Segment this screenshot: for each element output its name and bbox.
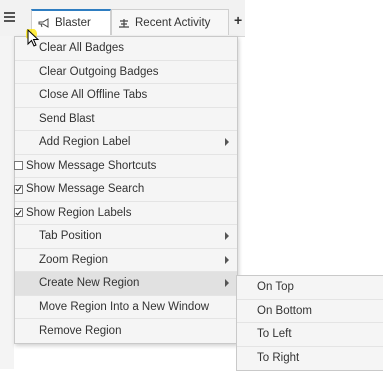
menu-item-label: Send Blast [39,112,95,125]
menu-item-zoom-region[interactable]: Zoom Region [15,249,237,272]
menu-item-clear-outgoing-badges[interactable]: Clear Outgoing Badges [15,61,237,84]
menu-item-add-region-label[interactable]: Add Region Label [15,131,237,155]
submenu-arrow-icon [225,255,229,264]
menu-item-label: Remove Region [39,324,122,337]
megaphone-icon [38,18,49,28]
submenu-arrow-icon [225,279,229,288]
menu-item-send-blast[interactable]: Send Blast [15,108,237,131]
mouse-cursor-icon [26,29,40,47]
tab-recent-activity[interactable]: Recent Activity [111,9,229,35]
checkbox-checked-icon[interactable] [14,184,23,194]
submenu-arrow-icon [225,232,229,241]
menu-item-label: Move Region Into a New Window [39,300,210,313]
scale-icon [119,18,129,28]
menu-item-show-message-search[interactable]: Show Message Search [14,178,237,202]
menu-item-tab-position[interactable]: Tab Position [15,225,237,249]
tab-label: Recent Activity [135,16,211,29]
context-menu: Clear All Badges Clear Outgoing Badges C… [14,36,238,344]
create-region-submenu: On Top On Bottom To Left To Right [236,275,383,371]
menu-item-label: Clear All Badges [39,42,125,55]
hamburger-menu-icon[interactable] [4,12,16,23]
menu-item-label: Show Message Search [26,183,145,196]
menu-item-label: Show Region Labels [26,206,132,219]
menu-item-label: Zoom Region [39,253,109,266]
submenu-item-to-left[interactable]: To Left [237,323,383,347]
submenu-arrow-icon [225,138,229,147]
add-tab-button[interactable]: + [234,13,242,27]
menu-item-clear-all-badges[interactable]: Clear All Badges [15,37,237,61]
menu-item-remove-region[interactable]: Remove Region [15,319,237,343]
checkbox-checked-icon[interactable] [14,208,23,218]
menu-item-label: Create New Region [39,277,140,290]
submenu-item-to-right[interactable]: To Right [237,347,383,371]
submenu-item-on-bottom[interactable]: On Bottom [237,300,383,323]
menu-item-label: Show Message Shortcuts [26,159,157,172]
menu-item-create-new-region[interactable]: Create New Region [15,272,237,296]
submenu-item-label: On Bottom [257,304,312,317]
submenu-item-label: On Top [257,281,294,294]
menu-item-label: Tab Position [39,230,102,243]
menu-item-show-region-labels[interactable]: Show Region Labels [14,202,237,225]
checkbox-unchecked-icon[interactable] [14,161,23,171]
menu-item-move-region-new-window[interactable]: Move Region Into a New Window [15,296,237,319]
menu-item-label: Add Region Label [39,136,131,149]
menu-item-close-offline-tabs[interactable]: Close All Offline Tabs [15,84,237,108]
menu-item-show-message-shortcuts[interactable]: Show Message Shortcuts [14,155,237,178]
submenu-item-label: To Right [257,352,300,365]
submenu-item-label: To Left [257,328,292,341]
side-panel [0,36,14,369]
menu-item-label: Close All Offline Tabs [39,89,148,102]
tab-label: Blaster [55,17,91,29]
submenu-item-on-top[interactable]: On Top [237,276,383,300]
menu-item-label: Clear Outgoing Badges [39,65,159,78]
